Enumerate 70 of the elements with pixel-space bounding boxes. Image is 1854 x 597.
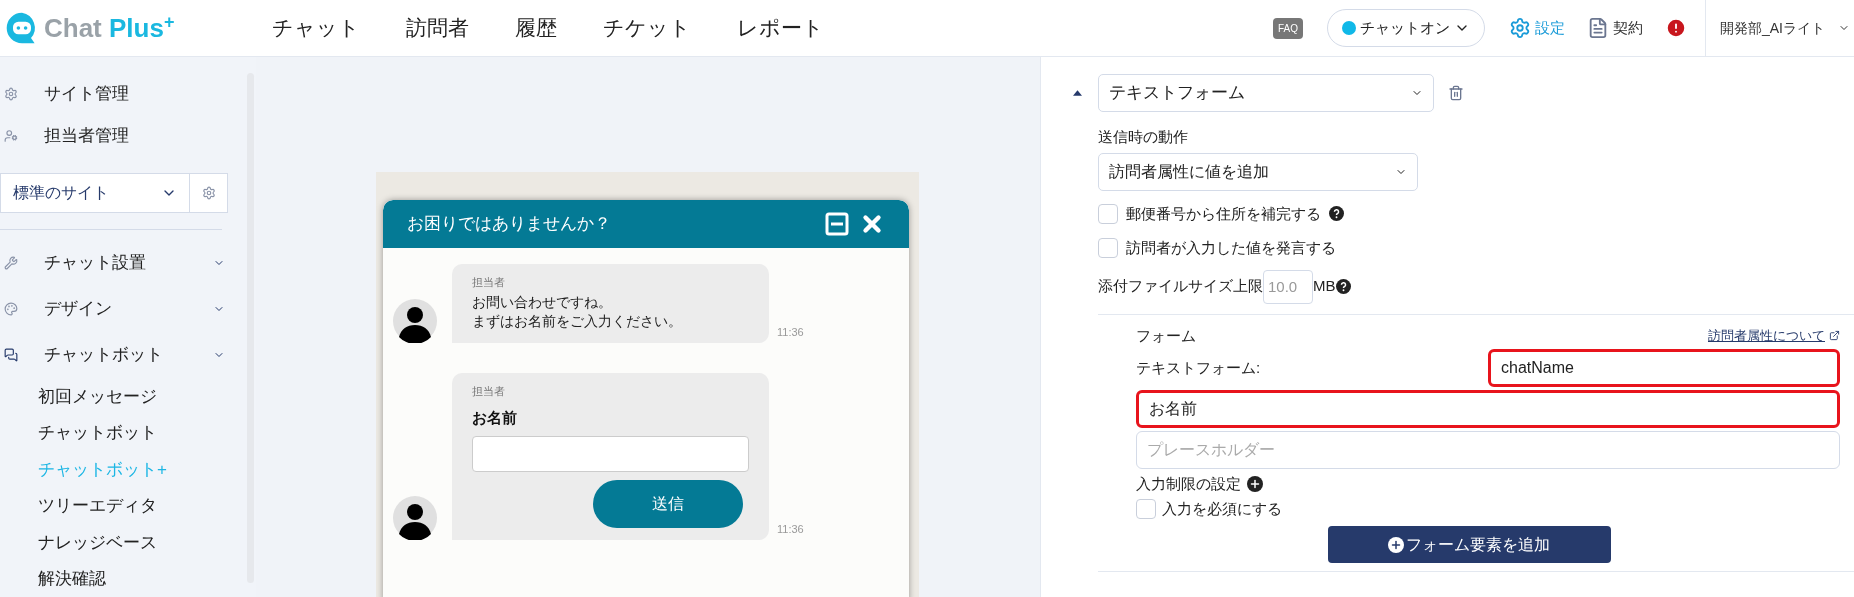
checkbox-label: 訪問者が入力した値を発言する — [1126, 238, 1336, 258]
plus-icon — [1388, 536, 1404, 553]
message-time: 11:36 — [777, 522, 804, 537]
contract-link[interactable]: 契約 — [1587, 16, 1643, 40]
add-form-element-button[interactable]: フォーム要素を追加 — [1327, 526, 1611, 563]
add-restriction-icon[interactable] — [1247, 476, 1263, 493]
avatar-icon — [393, 495, 437, 540]
faq-icon[interactable]: FAQ — [1273, 17, 1303, 39]
nav-link[interactable]: チケット — [603, 12, 691, 44]
send-button[interactable]: 送信 — [593, 479, 743, 528]
file-size-input[interactable]: 10.0 — [1263, 269, 1313, 304]
gear-icon — [4, 87, 18, 101]
checkbox[interactable] — [1098, 238, 1118, 259]
checkbox[interactable] — [1098, 203, 1118, 224]
alert-icon[interactable] — [1665, 17, 1687, 39]
gear-icon — [201, 186, 216, 201]
text-field[interactable]: お名前 — [1136, 390, 1840, 428]
message-time: 11:36 — [777, 325, 804, 340]
text-field[interactable]: chatName — [1488, 349, 1840, 387]
trash-icon[interactable] — [1448, 84, 1464, 102]
checkbox-label: 入力を必須にする — [1162, 498, 1282, 519]
sidebar-subitem[interactable]: 解決確認 — [0, 560, 245, 597]
unit-label: MB — [1313, 276, 1336, 297]
external-link-icon — [1829, 330, 1840, 342]
logo-text: Chat Plus$^{+}$ — [44, 10, 175, 45]
nav-link[interactable]: レポート — [737, 12, 824, 44]
field-label: 入力制限の設定 — [1136, 474, 1241, 494]
sidebar-item[interactable]: 担当者管理 — [0, 115, 245, 158]
chat-window-title: お困りではありませんか？ — [407, 213, 612, 236]
plus-icon — [1249, 478, 1261, 491]
field-label: 添付ファイルサイズ上限 — [1098, 276, 1263, 297]
help-icon[interactable] — [1329, 206, 1344, 222]
wrench-icon — [4, 256, 18, 270]
user-gear-icon — [4, 129, 18, 144]
element-type-select[interactable]: テキストフォーム — [1098, 74, 1434, 112]
sender-name: 担当者 — [472, 383, 506, 399]
sidebar-item[interactable]: サイト管理 — [0, 73, 245, 116]
attribute-help-link[interactable]: 訪問者属性について — [1708, 326, 1840, 346]
avatar-icon — [393, 298, 437, 343]
nav-link[interactable]: チャット — [272, 12, 360, 44]
sidebar-subitem[interactable]: ナレッジベース — [0, 524, 245, 561]
user-name[interactable]: 開発部_AIライト — [1720, 17, 1830, 39]
palette-icon — [4, 302, 18, 316]
sidebar-section[interactable]: チャットボット — [0, 332, 245, 378]
nav-link[interactable]: 履歴 — [515, 12, 557, 44]
form-label: お名前 — [472, 408, 518, 428]
field-label: テキストフォーム: — [1136, 357, 1262, 378]
sender-name: 担当者 — [472, 275, 506, 290]
chat-icon — [4, 348, 18, 362]
checkbox[interactable] — [1136, 498, 1156, 519]
message-text: お問い合わせですね。 — [472, 292, 613, 312]
checkbox-label: 郵便番号から住所を補完する — [1126, 203, 1321, 224]
site-select[interactable]: 標準のサイト — [0, 173, 190, 214]
sidebar-section[interactable]: チャット設置 — [0, 240, 245, 286]
name-input[interactable] — [472, 435, 749, 472]
nav-link[interactable]: 訪問者 — [406, 12, 469, 44]
field-label: 送信時の動作 — [1098, 127, 1189, 147]
document-icon — [1587, 17, 1609, 39]
sidebar-subitem[interactable]: チャットボット — [0, 414, 245, 451]
help-icon[interactable] — [1335, 279, 1351, 294]
sidebar-section[interactable]: デザイン — [0, 286, 245, 332]
settings-icon — [1509, 17, 1531, 39]
message-text: まずはお名前をご入力ください。 — [472, 311, 683, 331]
section-title: フォーム — [1136, 325, 1196, 346]
action-select[interactable]: 訪問者属性に値を追加 — [1098, 152, 1418, 191]
sidebar-subitem[interactable]: 初回メッセージ — [0, 378, 245, 415]
collapse-icon[interactable] — [1073, 90, 1082, 96]
site-settings-button[interactable] — [190, 173, 228, 214]
sidebar-subitem[interactable]: ツリーエディタ — [0, 487, 245, 524]
minimize-icon[interactable] — [825, 212, 849, 236]
